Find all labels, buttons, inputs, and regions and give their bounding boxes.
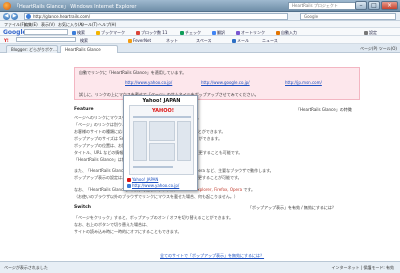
search-input[interactable]: Google	[300, 13, 396, 20]
mail-icon	[232, 39, 236, 43]
feature-line: 「HeartRails Glance」は無料でご利用になれます。	[74, 157, 170, 162]
note-line: なお、「HeartRails Glance」の表示可能なブラウザは、Intern…	[74, 187, 255, 192]
tab-blogger[interactable]: Blogger: どらがりポケ…	[6, 45, 58, 53]
thumbnail-block	[177, 121, 191, 161]
feature-line: ページへのリンクにマウスを載せると、カスタマイズが利用可能です。	[74, 115, 360, 121]
yahoo-toolbar: Y! 検索 FeverNet ネット スペース メール ニュース	[0, 36, 400, 44]
yahoo-link[interactable]: http://www.yahoo.co.jp/	[125, 80, 172, 85]
google-link[interactable]: http://www.google.co.jp/	[201, 80, 250, 85]
forward-button[interactable]: ▶	[11, 13, 18, 20]
menu-bar: ファイル(F) 編集(E) 表示(V) お気に入り(A) ツール(T) ヘルプ(…	[0, 21, 400, 28]
page-menu-button[interactable]: ページ(P)	[360, 46, 377, 51]
switch-line: サイトの読み込み時に一時的にオフにすることもできます。	[74, 229, 182, 234]
check-icon	[180, 31, 184, 35]
ie-logo-icon	[3, 2, 11, 10]
glance-popup[interactable]: Yahoo! JAPAN YAHOO! Yahoo! JAPAN http://…	[123, 95, 198, 191]
thumbnail-block	[149, 143, 175, 161]
note-line: （お使いのブラウザ以外のブラウザでリンクにマウスを載せた場合、何も起こりません。…	[74, 194, 238, 199]
status-text: ページが表示されました	[4, 265, 48, 270]
page-thumbnail[interactable]: YAHOO!	[129, 105, 194, 175]
tab-tools: ページ(P) ツール(O)	[360, 46, 397, 52]
status-bar: ページが表示されました インターネット | 保護モード: 有効	[0, 261, 400, 273]
feature-heading: Feature	[74, 107, 94, 112]
back-button[interactable]: ◀	[3, 13, 10, 20]
thumbnail-block	[133, 121, 147, 161]
thumbnail-bar	[133, 166, 173, 168]
switch-line: なお、右上のボタンで切り替えた場合は、	[74, 222, 150, 227]
yahoo-logo[interactable]: Y!	[4, 38, 9, 43]
demo-intro-text: 自動でリンクに「HeartRails Glance」を適用しています。	[79, 70, 187, 75]
yahoo-logo: YAHOO!	[152, 108, 174, 114]
google-toolbar: Google 検索 ブックマーク ブロック数 11 チェック 翻訳 オートリンク…	[0, 28, 400, 36]
msn-link[interactable]: http://jp.msn.com/	[285, 80, 322, 85]
popup-title: Yahoo! JAPAN	[142, 98, 181, 104]
yahoo-fevernet-button[interactable]: FeverNet	[128, 38, 151, 43]
popup-site-link[interactable]: Yahoo! JAPAN	[132, 177, 158, 182]
popup-url-link[interactable]: http://www.yahoo.co.jp/	[132, 183, 179, 188]
browser-line: また、「HeartRails Glance」は、Internet Explore…	[74, 168, 274, 173]
address-bar: ◀ ▶ http://glance.heartrails.com/ Google	[0, 12, 400, 21]
link-icon	[236, 31, 240, 35]
maximize-button[interactable]: □	[368, 1, 380, 10]
yahoo-search-input[interactable]	[16, 37, 76, 42]
link-icon	[127, 184, 131, 188]
feature-line: ポップアップのサイズは Small / Medium / Large から選択す…	[74, 136, 222, 141]
fever-icon	[128, 39, 132, 43]
feature-line: 「ページ」のリンクは別ウィンドウで開きます。	[74, 122, 162, 127]
gear-icon	[364, 31, 368, 35]
star-icon	[96, 31, 100, 35]
pencil-icon	[276, 31, 280, 35]
switch-line: 「ページをクリック」すると、ポップアップのオン / オフを切り替えることができま…	[74, 215, 234, 220]
window-controls: – □ ×	[355, 1, 398, 10]
thumbnail-bar	[133, 116, 191, 118]
titlebar-search-input[interactable]: HeartRails プロジェクト	[288, 2, 358, 10]
window-titlebar: 「HeartRails Glance」 Windows Internet Exp…	[0, 0, 400, 12]
demo-links-box: 自動でリンクに「HeartRails Glance」を適用しています。 http…	[74, 67, 360, 100]
tab-heartrails[interactable]: HeartRails Glance	[60, 45, 118, 53]
translate-icon	[212, 31, 216, 35]
url-input[interactable]: http://glance.heartrails.com/	[24, 13, 288, 20]
google-search-input[interactable]	[24, 29, 68, 35]
minimize-button[interactable]: –	[355, 1, 367, 10]
close-button[interactable]: ×	[381, 1, 398, 10]
switch-subheading: 「ポップアップ表示」を有効 / 無効にするには？	[248, 205, 336, 210]
security-zone: インターネット | 保護モード: 有効	[331, 265, 394, 270]
feature-line: タイトル、URL などの情報を表示することができます。また、色を変更することも可…	[74, 150, 242, 155]
yahoo-icon	[127, 178, 131, 182]
page-icon	[26, 14, 31, 19]
switch-heading: Switch	[74, 205, 91, 210]
feature-line: お客様のサイトの種類に応じて、サムネイルの表示方法を選択することができます。	[74, 129, 360, 135]
page-content: 自動でリンクに「HeartRails Glance」を適用しています。 http…	[0, 53, 400, 261]
feature-line: ポップアップの位置は、お好みで設定できます。	[74, 143, 162, 148]
tools-menu-button[interactable]: ツール(O)	[379, 46, 397, 51]
feature-subheading: 「HeartRails Glance」の特徴	[296, 107, 352, 112]
disable-popup-link[interactable]: 全てのサイトで「ポップアップ表示」を無効にするには？	[160, 253, 264, 259]
search-icon	[72, 31, 76, 35]
tab-bar: Blogger: どらがりポケ… HeartRails Glance ページ(P…	[0, 44, 400, 53]
browser-line: ポップアップ表示の設定は、お使いのブラウザやサイトに合わせて変更することが可能で…	[74, 175, 360, 181]
window-title: 「HeartRails Glance」 Windows Internet Exp…	[14, 4, 137, 10]
block-icon	[136, 31, 140, 35]
thumbnail-block	[149, 121, 175, 141]
